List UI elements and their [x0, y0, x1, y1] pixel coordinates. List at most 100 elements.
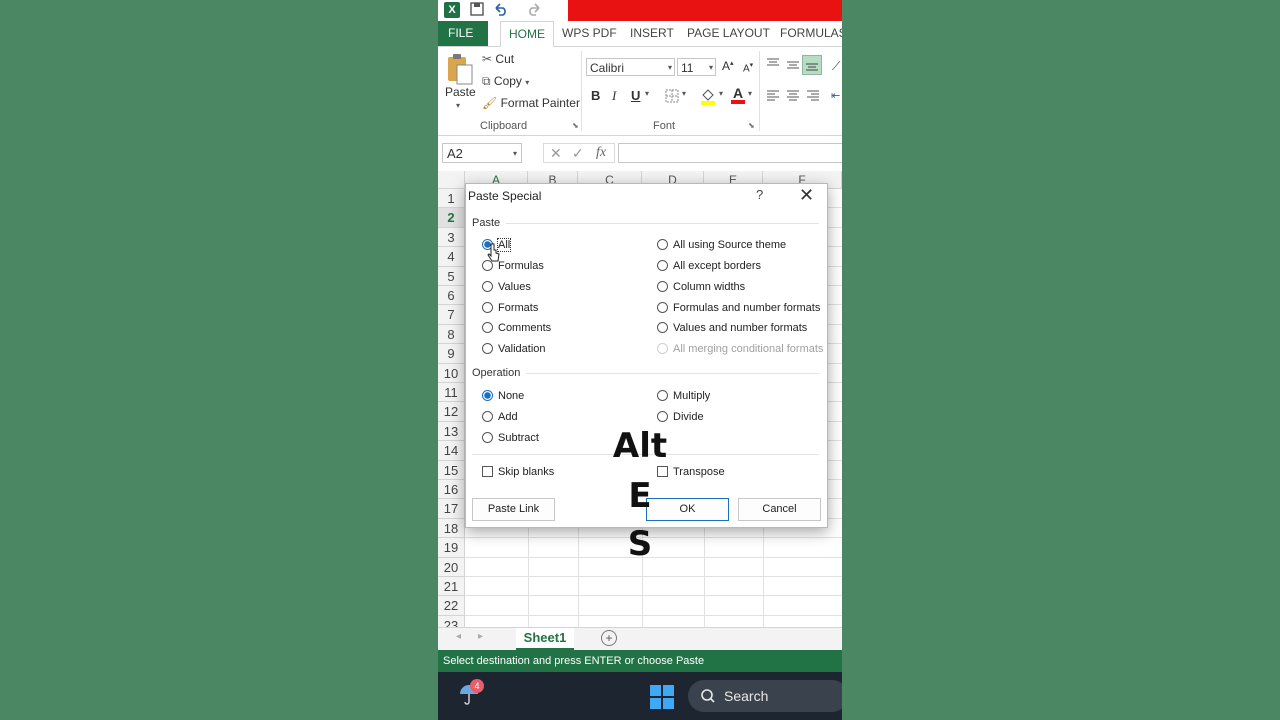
row-header[interactable]: 8	[438, 324, 465, 345]
row-header[interactable]: 2	[438, 208, 465, 228]
close-icon[interactable]: ✕	[799, 185, 814, 206]
confirm-entry-icon[interactable]: ✓	[572, 145, 584, 162]
insert-function-button[interactable]: fx	[596, 145, 606, 161]
font-color-dropdown-icon[interactable]: ▾	[748, 89, 752, 98]
format-painter-button[interactable]: 🖌 Format Painter	[482, 96, 580, 110]
row-header[interactable]: 9	[438, 344, 465, 364]
borders-icon[interactable]	[665, 89, 679, 103]
row-header[interactable]: 22	[438, 596, 465, 616]
operation-option-subtract[interactable]: Subtract	[482, 430, 539, 446]
operation-option-divide[interactable]: Divide	[657, 409, 704, 425]
tab-page-layout[interactable]: PAGE LAYOUT	[679, 21, 778, 46]
ribbon-tabs: FILE HOME WPS PDF INSERT PAGE LAYOUT FOR…	[438, 21, 842, 48]
row-header[interactable]: 11	[438, 383, 465, 403]
cut-button[interactable]: ✂ Cut	[482, 52, 514, 66]
row-header[interactable]: 4	[438, 247, 465, 267]
paste-option-all-using-source-theme[interactable]: All using Source theme	[657, 237, 786, 253]
paste-link-button[interactable]: Paste Link	[472, 498, 555, 521]
align-middle-icon[interactable]	[786, 59, 800, 71]
align-left-icon[interactable]	[766, 89, 780, 101]
paste-dropdown-icon[interactable]: ▾	[456, 101, 460, 110]
tab-wps-pdf[interactable]: WPS PDF	[554, 21, 625, 46]
undo-icon[interactable]	[493, 2, 509, 16]
row-header[interactable]: 6	[438, 286, 465, 306]
row-header[interactable]: 18	[438, 518, 465, 539]
paste-option-values-and-number-formats[interactable]: Values and number formats	[657, 320, 807, 336]
align-bottom-icon[interactable]	[802, 55, 822, 75]
tab-home[interactable]: HOME	[500, 21, 554, 48]
operation-option-multiply[interactable]: Multiply	[657, 388, 710, 404]
shortcut-overlay-e: E	[628, 476, 652, 516]
skip-blanks-checkbox[interactable]: Skip blanks	[482, 464, 554, 480]
tab-formulas[interactable]: FORMULAS	[772, 21, 842, 46]
scroll-left-icon[interactable]: ◂	[456, 631, 461, 642]
paste-option-values[interactable]: Values	[482, 279, 531, 295]
align-right-icon[interactable]	[806, 89, 820, 101]
select-all-corner[interactable]	[438, 171, 465, 189]
paste-option-validation[interactable]: Validation	[482, 341, 546, 357]
row-header[interactable]: 14	[438, 441, 465, 461]
paste-option-column-widths[interactable]: Column widths	[657, 279, 745, 295]
fill-color-icon[interactable]	[700, 87, 716, 105]
row-header[interactable]: 15	[438, 460, 465, 480]
row-header[interactable]: 19	[438, 538, 465, 558]
cancel-button[interactable]: Cancel	[738, 498, 821, 521]
row-header[interactable]: 23	[438, 615, 465, 627]
copy-button[interactable]: ⧉ Copy ▾	[482, 74, 529, 89]
row-header[interactable]: 16	[438, 480, 465, 500]
row-header[interactable]: 20	[438, 557, 465, 577]
group-divider	[759, 51, 760, 131]
font-launcher-icon[interactable]: ⬊	[748, 121, 755, 130]
font-size-combo[interactable]: 11 ▾	[677, 58, 716, 76]
paste-button[interactable]: Paste	[445, 85, 476, 99]
underline-dropdown-icon[interactable]: ▾	[645, 89, 649, 98]
row-header[interactable]: 5	[438, 266, 465, 286]
notification-badge: 4	[470, 679, 484, 693]
chevron-down-icon: ▾	[667, 63, 672, 72]
save-icon[interactable]	[470, 2, 484, 16]
row-header[interactable]: 13	[438, 421, 465, 442]
windows-start-icon[interactable]	[650, 685, 674, 709]
grow-font-icon[interactable]: A▴	[722, 59, 734, 73]
clipboard-launcher-icon[interactable]: ⬊	[572, 121, 579, 130]
row-header[interactable]: 1	[438, 189, 465, 209]
font-color-icon[interactable]: A	[730, 85, 746, 105]
formula-bar: A2 ▾ ✕ ✓ fx	[438, 136, 842, 171]
name-box[interactable]: A2 ▾	[442, 143, 522, 163]
italic-button[interactable]: I	[612, 88, 616, 104]
new-sheet-icon[interactable]: +	[601, 630, 617, 646]
borders-dropdown-icon[interactable]: ▾	[682, 89, 686, 98]
paste-icon[interactable]	[446, 53, 474, 87]
radio-icon	[657, 411, 668, 422]
orientation-icon[interactable]: ⟋	[832, 59, 840, 74]
taskbar-search[interactable]: Search	[688, 680, 842, 712]
paste-option-all-except-borders[interactable]: All except borders	[657, 258, 761, 274]
bold-button[interactable]: B	[591, 88, 600, 103]
redo-icon[interactable]	[526, 2, 542, 16]
cancel-entry-icon[interactable]: ✕	[550, 145, 562, 162]
tab-insert[interactable]: INSERT	[622, 21, 682, 46]
paste-option-comments[interactable]: Comments	[482, 320, 551, 336]
align-center-icon[interactable]	[786, 89, 800, 101]
row-header[interactable]: 12	[438, 402, 465, 422]
font-name-combo[interactable]: Calibri ▾	[586, 58, 675, 76]
row-header[interactable]: 21	[438, 577, 465, 597]
row-header[interactable]: 3	[438, 227, 465, 248]
scroll-right-icon[interactable]: ▸	[478, 631, 483, 642]
help-button[interactable]: ?	[756, 187, 763, 202]
paste-option-formulas-and-number-formats[interactable]: Formulas and number formats	[657, 300, 820, 316]
shrink-font-icon[interactable]: A▾	[743, 61, 753, 74]
align-top-icon[interactable]	[766, 57, 780, 69]
sheet-tab-sheet1[interactable]: Sheet1	[516, 628, 574, 650]
operation-option-none[interactable]: None	[482, 388, 524, 404]
decrease-indent-icon[interactable]: ⇤	[831, 89, 840, 102]
tab-file[interactable]: FILE	[438, 21, 488, 46]
operation-option-add[interactable]: Add	[482, 409, 518, 425]
formula-input[interactable]	[618, 143, 842, 163]
row-header[interactable]: 7	[438, 305, 465, 325]
row-header[interactable]: 17	[438, 499, 465, 519]
row-header[interactable]: 10	[438, 363, 465, 383]
underline-button[interactable]: U	[631, 88, 640, 103]
fill-color-dropdown-icon[interactable]: ▾	[719, 89, 723, 98]
paste-option-formats[interactable]: Formats	[482, 300, 538, 316]
